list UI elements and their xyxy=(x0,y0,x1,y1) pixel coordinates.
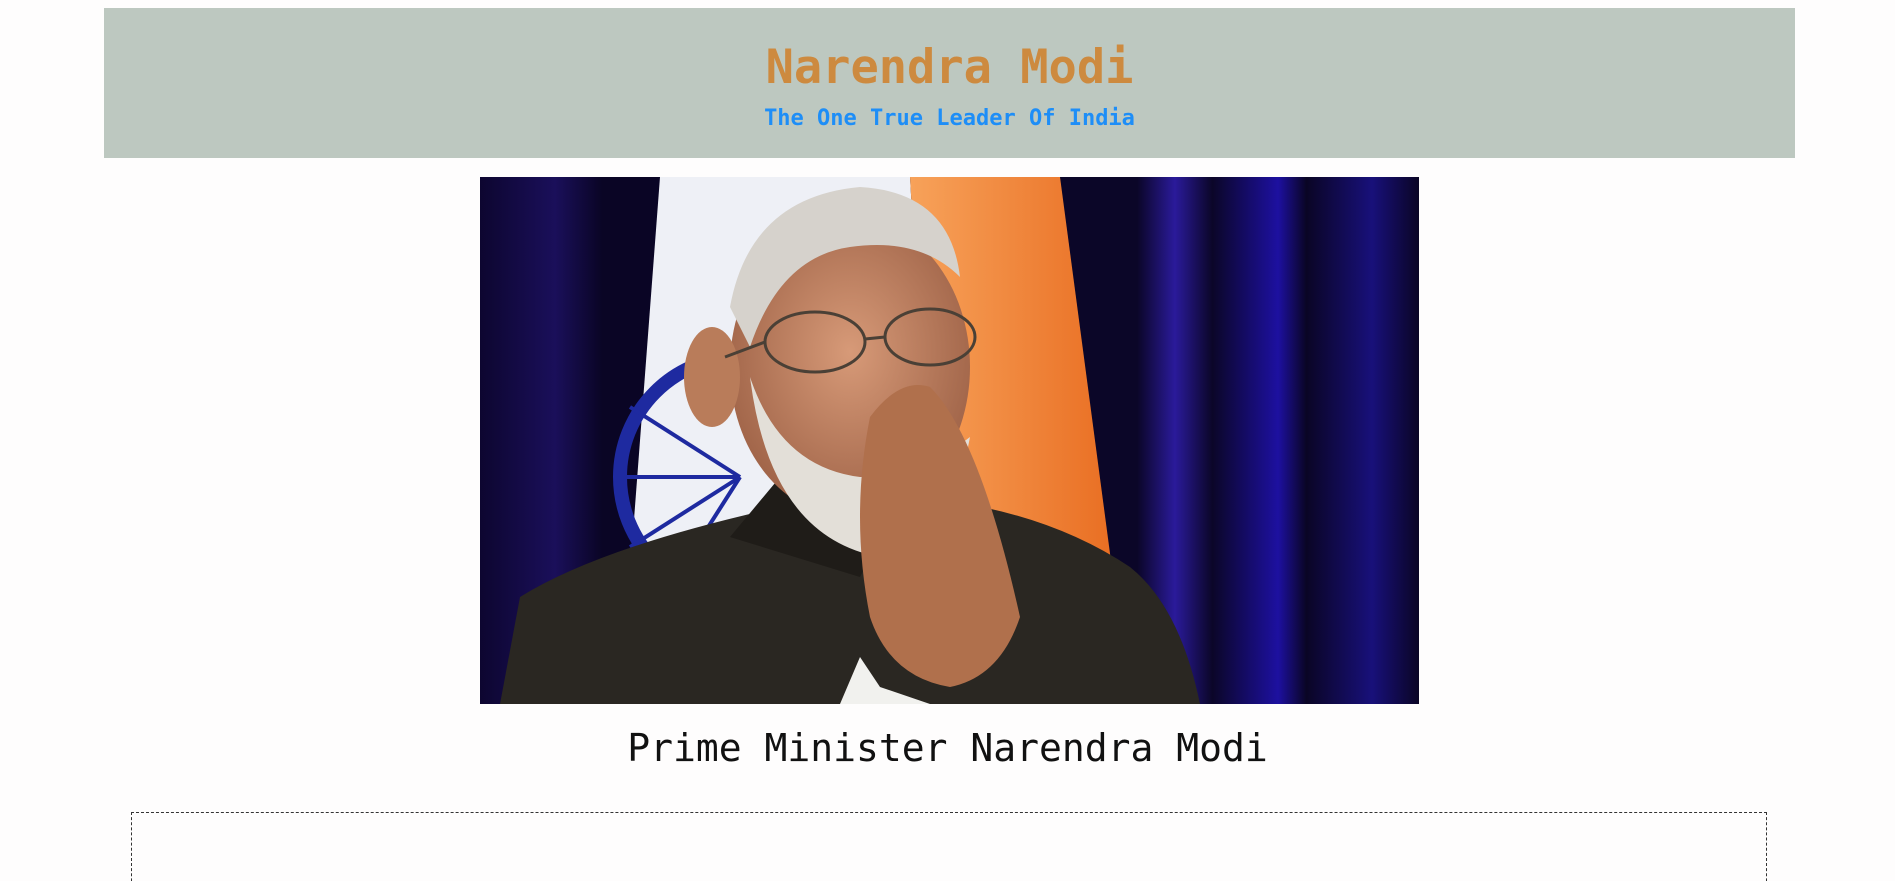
page-title: Narendra Modi xyxy=(765,40,1134,95)
header-banner: Narendra Modi The One True Leader Of Ind… xyxy=(104,8,1795,158)
photo-caption: Prime Minister Narendra Modi xyxy=(627,726,1268,770)
page: Narendra Modi The One True Leader Of Ind… xyxy=(0,0,1895,881)
content-section xyxy=(131,812,1767,881)
page-tagline: The One True Leader Of India xyxy=(764,106,1135,131)
portrait-image xyxy=(480,177,1419,704)
